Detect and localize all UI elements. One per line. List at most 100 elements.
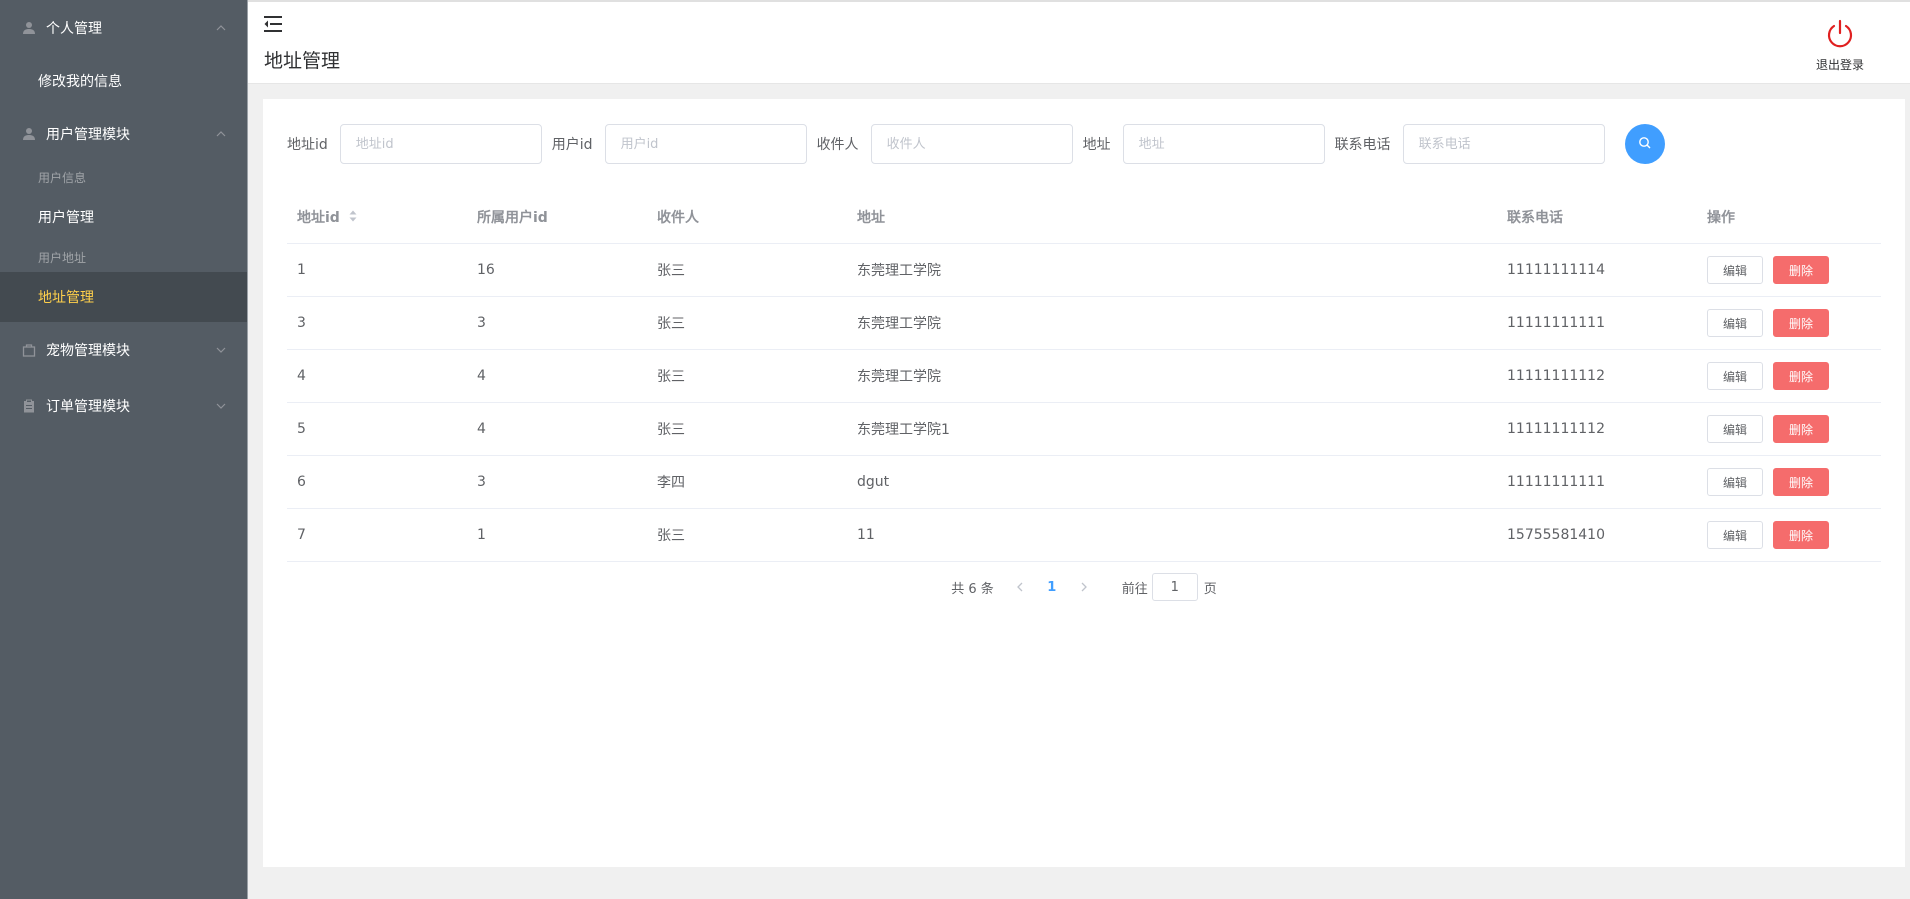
cell-receiver: 张三 xyxy=(657,422,685,438)
cell-address: 东莞理工学院 xyxy=(857,316,941,332)
user-id-input[interactable] xyxy=(604,124,807,164)
edit-button[interactable]: 编辑 xyxy=(1707,309,1764,337)
edit-button[interactable]: 编辑 xyxy=(1707,521,1764,549)
menu-subtitle-user-info: 用户信息 xyxy=(38,170,87,185)
chevron-down-icon xyxy=(215,400,227,412)
edit-button[interactable]: 编辑 xyxy=(1707,362,1764,390)
cell-actions: 编辑 删除 xyxy=(1697,521,1881,549)
cell-actions: 编辑 删除 xyxy=(1697,362,1881,390)
address-label: 地址 xyxy=(1082,137,1111,153)
cell-address-id: 5 xyxy=(297,421,306,437)
address-input[interactable] xyxy=(1122,124,1325,164)
search-bar: 地址id 用户id 收件人 地址 联系电话 xyxy=(287,124,1665,164)
cell-user-id: 16 xyxy=(477,262,495,278)
goto-suffix: 页 xyxy=(1203,581,1217,597)
cell-user-id: 4 xyxy=(477,421,486,437)
sort-caret-icon[interactable] xyxy=(349,210,357,226)
phone-input[interactable] xyxy=(1402,124,1605,164)
cell-phone: 15755581410 xyxy=(1507,527,1605,543)
user-icon xyxy=(20,19,38,37)
table-row: 5 4 张三 东莞理工学院1 11111111112 编辑 删除 xyxy=(287,403,1881,456)
search-button[interactable] xyxy=(1624,124,1665,164)
cell-phone: 11111111112 xyxy=(1507,421,1605,437)
cell-phone: 11111111114 xyxy=(1507,262,1605,278)
prev-page-button[interactable] xyxy=(1006,573,1034,601)
menu-group-label: 宠物管理模块 xyxy=(46,343,130,359)
menu-group-user-module[interactable]: 用户管理模块 xyxy=(0,106,247,162)
delete-button[interactable]: 删除 xyxy=(1773,521,1830,549)
column-header-actions: 操作 xyxy=(1707,210,1735,226)
column-header-address-id[interactable]: 地址id xyxy=(287,207,467,227)
receiver-input[interactable] xyxy=(870,124,1073,164)
delete-button[interactable]: 删除 xyxy=(1773,256,1830,284)
cell-user-id: 3 xyxy=(477,315,486,331)
search-icon xyxy=(1638,136,1652,153)
menu-group-label: 用户管理模块 xyxy=(46,127,130,143)
table-row: 6 3 李四 dgut 11111111111 编辑 删除 xyxy=(287,456,1881,509)
cell-actions: 编辑 删除 xyxy=(1697,468,1881,496)
cell-address-id: 6 xyxy=(297,474,306,490)
cell-receiver: 张三 xyxy=(657,369,685,385)
cell-user-id: 3 xyxy=(477,474,486,490)
menu-group-personal[interactable]: 个人管理 xyxy=(0,0,247,56)
clipboard-icon xyxy=(20,397,38,415)
cell-receiver: 李四 xyxy=(657,475,685,491)
chevron-up-icon xyxy=(215,128,227,140)
menu-subtitle-user-address: 用户地址 xyxy=(38,250,87,265)
edit-button[interactable]: 编辑 xyxy=(1707,468,1764,496)
cell-receiver: 张三 xyxy=(657,263,685,279)
main-panel: 地址id 用户id 收件人 地址 联系电话 地址id 所属用户id 收件人 地址 xyxy=(263,99,1905,867)
collapse-menu-icon[interactable] xyxy=(264,14,284,34)
cell-address-id: 1 xyxy=(297,262,306,278)
cell-actions: 编辑 删除 xyxy=(1697,309,1881,337)
cell-user-id: 1 xyxy=(477,527,486,543)
column-label: 地址id xyxy=(297,210,340,226)
page-number-current[interactable]: 1 xyxy=(1034,580,1070,595)
delete-button[interactable]: 删除 xyxy=(1773,415,1830,443)
edit-button[interactable]: 编辑 xyxy=(1707,256,1764,284)
column-header-address: 地址 xyxy=(857,210,885,226)
delete-button[interactable]: 删除 xyxy=(1773,468,1830,496)
cell-actions: 编辑 删除 xyxy=(1697,415,1881,443)
next-page-button[interactable] xyxy=(1070,573,1098,601)
chevron-left-icon xyxy=(1016,582,1023,592)
chevron-right-icon xyxy=(1081,582,1087,592)
cell-user-id: 4 xyxy=(477,368,486,384)
pagination: 共 6 条 1 前往 页 xyxy=(263,573,1905,601)
cell-phone: 11111111111 xyxy=(1507,315,1605,331)
cell-phone: 11111111112 xyxy=(1507,368,1605,384)
delete-button[interactable]: 删除 xyxy=(1773,362,1830,390)
user-icon xyxy=(20,125,38,143)
table-row: 7 1 张三 11 15755581410 编辑 删除 xyxy=(287,509,1881,562)
logout-label: 退出登录 xyxy=(1815,58,1864,72)
cell-address-id: 3 xyxy=(297,315,306,331)
cell-address-id: 7 xyxy=(297,527,306,543)
table-row: 4 4 张三 东莞理工学院 11111111112 编辑 删除 xyxy=(287,350,1881,403)
menu-group-order-module[interactable]: 订单管理模块 xyxy=(0,378,247,434)
menu-group-label: 个人管理 xyxy=(46,21,102,37)
receiver-label: 收件人 xyxy=(816,137,859,153)
cell-actions: 编辑 删除 xyxy=(1697,256,1881,284)
user-id-label: 用户id xyxy=(551,137,593,153)
sidebar: 个人管理 修改我的信息 用户管理模块 用户信息 用户管理 用户地址 地址管理 宠… xyxy=(0,0,248,899)
cell-address: 东莞理工学院 xyxy=(857,263,941,279)
goto-prefix: 前往 xyxy=(1121,581,1148,597)
column-header-phone: 联系电话 xyxy=(1507,210,1563,226)
chevron-down-icon xyxy=(215,344,227,356)
logout-button[interactable]: 退出登录 xyxy=(1810,18,1870,73)
goto-page-input[interactable] xyxy=(1151,573,1198,601)
menu-group-pet-module[interactable]: 宠物管理模块 xyxy=(0,322,247,378)
address-id-input[interactable] xyxy=(339,124,542,164)
top-header: 地址管理 退出登录 xyxy=(248,0,1910,84)
cell-address: 东莞理工学院1 xyxy=(857,422,950,438)
address-table: 地址id 所属用户id 收件人 地址 联系电话 操作 1 16 张三 东莞理工学… xyxy=(287,191,1881,562)
table-row: 1 16 张三 东莞理工学院 11111111114 编辑 删除 xyxy=(287,244,1881,297)
menu-item-address-management[interactable]: 地址管理 xyxy=(0,272,247,322)
chevron-up-icon xyxy=(215,22,227,34)
delete-button[interactable]: 删除 xyxy=(1773,309,1830,337)
menu-item-user-management[interactable]: 用户管理 xyxy=(0,192,247,242)
menu-item-edit-profile[interactable]: 修改我的信息 xyxy=(0,56,247,106)
power-icon xyxy=(1824,18,1856,54)
cell-receiver: 张三 xyxy=(657,528,685,544)
edit-button[interactable]: 编辑 xyxy=(1707,415,1764,443)
